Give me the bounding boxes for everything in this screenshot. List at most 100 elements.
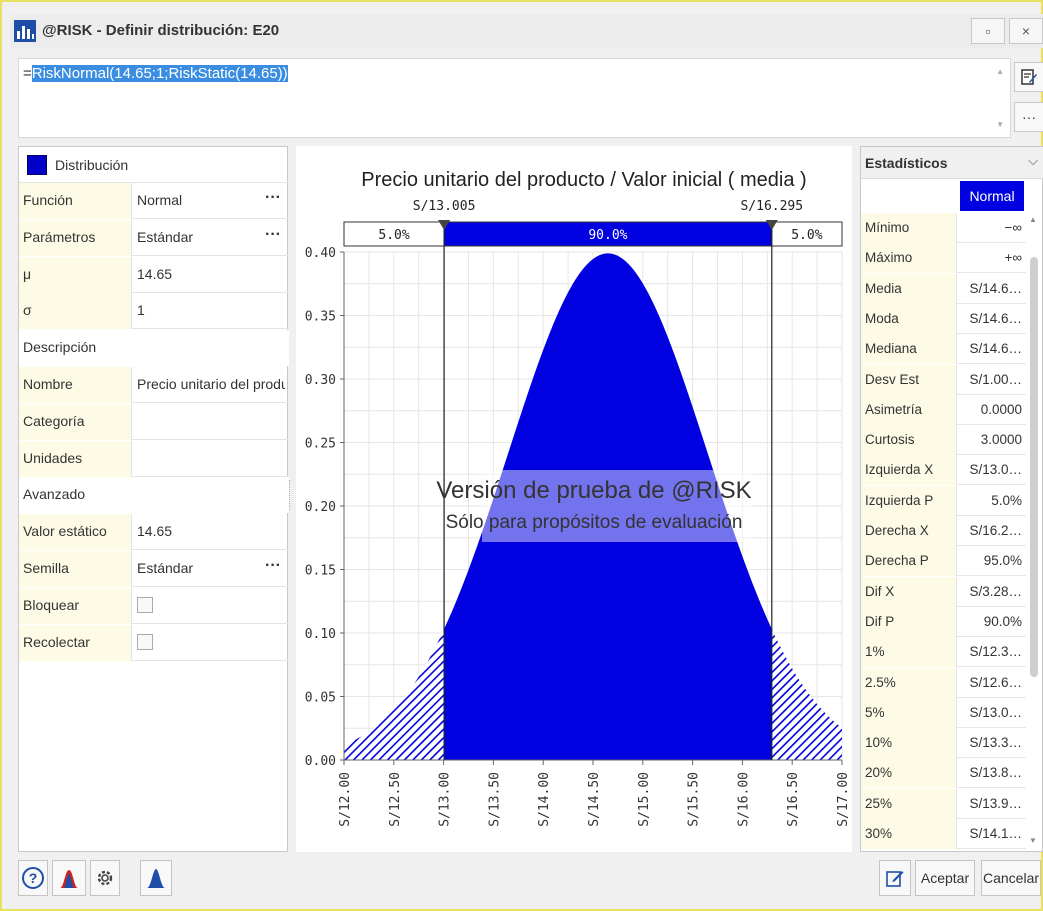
stats-key: Máximo — [861, 243, 957, 274]
stats-row[interactable]: Asimetría 0.0000 — [861, 394, 1026, 425]
property-value[interactable]: 1 — [137, 302, 285, 318]
stats-row[interactable]: 25% S/13.9… — [861, 788, 1026, 819]
property-value[interactable]: 14.65 — [137, 266, 285, 282]
stats-key: Asimetría — [861, 394, 957, 425]
stats-row[interactable]: Izquierda X S/13.0… — [861, 455, 1026, 486]
distribution-properties-panel: Distribución Función Normal ··· Parámetros E… — [18, 146, 289, 852]
stats-value: S/14.1… — [969, 826, 1022, 841]
property-row[interactable]: Unidades — [19, 440, 289, 477]
stats-row[interactable]: 2.5% S/12.6… — [861, 667, 1026, 698]
property-row[interactable]: σ1 — [19, 293, 289, 330]
stats-row[interactable]: Moda S/14.6… — [861, 303, 1026, 334]
cancel-button[interactable]: Cancelar — [981, 860, 1041, 896]
stats-row[interactable]: 30% S/14.1… — [861, 819, 1026, 849]
distribution-color-swatch[interactable] — [27, 155, 47, 175]
chart-svg: Precio unitario del producto / Valor ini… — [305, 169, 851, 827]
scroll-down-icon[interactable]: ▼ — [1029, 836, 1037, 845]
stats-row[interactable]: Desv Est S/1.00… — [861, 364, 1026, 395]
checkbox[interactable] — [137, 633, 153, 650]
settings-button[interactable] — [90, 860, 120, 896]
scroll-down-icon[interactable]: ▼ — [996, 120, 1004, 129]
scroll-up-icon[interactable]: ▲ — [996, 67, 1004, 76]
stats-row[interactable]: 20% S/13.8… — [861, 758, 1026, 789]
property-key: Nombre — [19, 367, 132, 403]
stats-scrollbar[interactable]: ▲ ▼ — [1028, 215, 1038, 845]
property-key: μ — [19, 256, 132, 293]
property-value[interactable]: Normal — [137, 192, 285, 208]
stats-row[interactable]: Derecha P 95.0% — [861, 546, 1026, 577]
property-row[interactable]: Bloquear — [19, 587, 289, 624]
statistics-panel: Estadísticos ⌵ Normal Mínimo −∞ Máximo +∞ Me… — [860, 146, 1043, 852]
help-button[interactable]: ? — [18, 860, 48, 896]
property-key: Unidades — [19, 440, 132, 477]
stats-row[interactable]: Dif X S/3.28… — [861, 576, 1026, 607]
stats-row[interactable]: Curtosis 3.0000 — [861, 425, 1026, 456]
stats-key: Derecha P — [861, 546, 957, 577]
property-value[interactable]: Precio unitario del producto / Valor ini… — [137, 376, 285, 392]
more-options-button[interactable]: ··· — [1014, 102, 1043, 132]
x-tick-label: S/16.50 — [786, 772, 801, 827]
property-value[interactable]: 14.65 — [137, 523, 285, 539]
stats-row[interactable]: Máximo +∞ — [861, 243, 1026, 274]
probability-label: 5.0% — [378, 228, 409, 243]
help-icon: ? — [22, 867, 44, 889]
property-value[interactable]: Estándar — [137, 229, 285, 245]
ellipsis-button[interactable]: ··· — [265, 226, 281, 244]
chevron-down-icon[interactable]: ⌵ — [1028, 153, 1038, 169]
close-button[interactable]: × — [1009, 18, 1043, 44]
property-row[interactable]: Nombre Precio unitario del producto / Val… — [19, 367, 289, 403]
ellipsis-button[interactable]: ··· — [265, 557, 281, 575]
edit-icon — [1021, 69, 1037, 85]
stats-key: Dif X — [861, 576, 957, 607]
stats-row[interactable]: 1% S/12.3… — [861, 637, 1026, 668]
risk-app-icon — [14, 20, 36, 42]
bell-curve-icon — [147, 869, 165, 888]
stats-row[interactable]: Derecha X S/16.2… — [861, 516, 1026, 546]
restore-button[interactable]: ▫ — [971, 18, 1005, 44]
stats-key: 20% — [861, 758, 957, 789]
stats-row[interactable]: Mínimo −∞ — [861, 213, 1026, 243]
property-row[interactable]: Semilla Estándar ··· — [19, 551, 289, 587]
scroll-up-icon[interactable]: ▲ — [1029, 215, 1037, 224]
property-row[interactable]: Recolectar — [19, 624, 289, 661]
stats-key: 2.5% — [861, 667, 957, 698]
edit-formula-button[interactable] — [1014, 62, 1043, 92]
y-tick-label: 0.40 — [305, 246, 336, 261]
probability-label: 5.0% — [791, 228, 822, 243]
stats-value: S/13.8… — [969, 765, 1022, 781]
title-bar: @RISK - Definir distribución: E20 ▫ × — [10, 14, 1043, 48]
property-row[interactable]: Parámetros Estándar ··· — [19, 219, 289, 256]
graph-type-button[interactable] — [52, 860, 86, 896]
edit-link-button[interactable] — [879, 860, 911, 896]
stats-row[interactable]: Izquierda P 5.0% — [861, 485, 1026, 516]
distribution-view-button[interactable] — [140, 860, 172, 896]
y-tick-label: 0.00 — [305, 754, 336, 769]
formula-input[interactable]: =RiskNormal(14.65;1;RiskStatic(14.65)) ▲… — [18, 58, 1011, 138]
ellipsis-button[interactable]: ··· — [265, 189, 281, 207]
checkbox[interactable] — [137, 596, 153, 613]
x-tick-label: S/14.50 — [587, 772, 602, 827]
stats-row[interactable]: Mediana S/14.6… — [861, 334, 1026, 365]
scrollbar-thumb[interactable] — [1030, 257, 1038, 677]
property-row[interactable]: Función Normal ··· — [19, 183, 289, 219]
stats-row[interactable]: 10% S/13.3… — [861, 728, 1026, 759]
stats-value: S/13.9… — [969, 795, 1022, 811]
stats-row[interactable]: Media S/14.6… — [861, 273, 1026, 304]
stats-key: Derecha X — [861, 516, 957, 546]
property-key: Bloquear — [19, 587, 132, 624]
splitter-handle[interactable] — [289, 480, 293, 510]
stats-row[interactable]: 5% S/13.0… — [861, 697, 1026, 728]
formula-selection: RiskNormal(14.65;1;RiskStatic(14.65)) — [31, 65, 288, 82]
property-row[interactable]: μ 14.65 — [19, 256, 289, 293]
property-key: Semilla — [19, 551, 132, 587]
stats-value: 0.0000 — [980, 401, 1022, 417]
stats-row[interactable]: Dif P 90.0% — [861, 606, 1026, 637]
property-row[interactable]: Categoría — [19, 403, 289, 440]
stats-key: 10% — [861, 728, 957, 759]
property-row[interactable]: Valor estático 14.65 — [19, 514, 289, 551]
property-value[interactable]: Estándar — [137, 560, 285, 576]
property-key: Valor estático — [19, 514, 132, 551]
statistics-header[interactable]: Estadísticos ⌵ — [861, 147, 1043, 179]
distribution-graph-icon — [60, 870, 78, 888]
accept-button[interactable]: Aceptar — [915, 860, 975, 896]
